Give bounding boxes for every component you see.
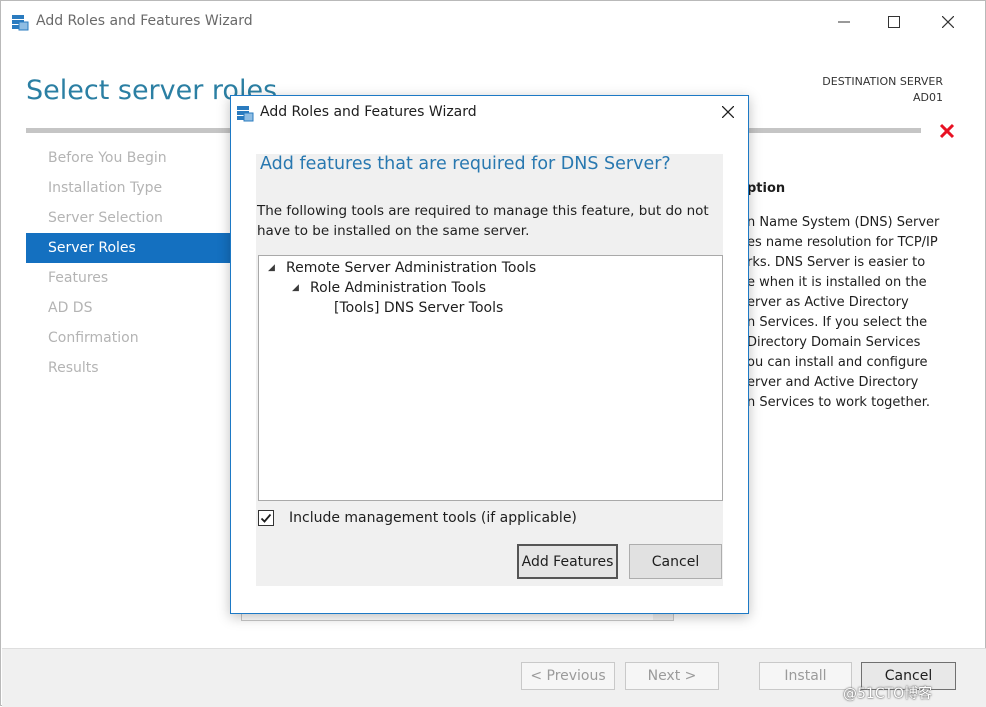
description-line: es name resolution for TCP/IP (747, 235, 938, 250)
description-heading: ption (747, 181, 786, 196)
tree-node[interactable]: ◢ Role Administration Tools (292, 280, 486, 296)
required-features-tree[interactable]: ◢ Remote Server Administration Tools ◢ R… (258, 255, 723, 501)
tree-node-label: [Tools] DNS Server Tools (334, 300, 504, 316)
next-button[interactable]: Next > (625, 662, 719, 690)
nav-item-confirmation[interactable]: Confirmation (26, 323, 236, 353)
tree-node[interactable]: [Tools] DNS Server Tools (334, 300, 503, 316)
tree-node-label: Role Administration Tools (310, 280, 486, 296)
watermark: @51CTO博客 (843, 686, 933, 702)
description-line: n Name System (DNS) Server (747, 215, 940, 230)
description-line: n Services to work together. (747, 395, 931, 410)
nav-item-results[interactable]: Results (26, 353, 236, 383)
window-title: Add Roles and Features Wizard (36, 13, 253, 29)
wizard-icon (236, 104, 254, 122)
nav-item-features[interactable]: Features (26, 263, 236, 293)
description-line: erver and Active Directory (747, 375, 919, 390)
dialog-close-button[interactable] (713, 98, 743, 126)
description-text: n Name System (DNS) Server es name resol… (747, 213, 951, 413)
nav-item-server-selection[interactable]: Server Selection (26, 203, 236, 233)
close-icon (722, 106, 734, 118)
dialog-description: The following tools are required to mana… (257, 203, 709, 239)
include-tools-checkbox[interactable] (258, 510, 274, 526)
nav-item-before-you-begin[interactable]: Before You Begin (26, 143, 236, 173)
add-features-dialog: Add Roles and Features Wizard Add featur… (230, 95, 749, 614)
description-line: e when it is installed on the (747, 275, 927, 290)
nav-item-server-roles[interactable]: Server Roles (26, 233, 236, 263)
maximize-icon (888, 16, 900, 28)
description-line: ou can install and configure (747, 355, 928, 370)
main-titlebar: Add Roles and Features Wizard (1, 1, 986, 43)
close-icon (942, 16, 954, 28)
nav-item-installation-type[interactable]: Installation Type (26, 173, 236, 203)
description-line: rks. DNS Server is easier to (747, 255, 926, 270)
tree-node-label: Remote Server Administration Tools (286, 260, 537, 276)
destination-label: DESTINATION SERVER (822, 75, 943, 88)
add-features-button[interactable]: Add Features (517, 544, 618, 579)
dialog-heading: Add features that are required for DNS S… (260, 154, 671, 174)
close-button[interactable] (925, 7, 971, 37)
dialog-titlebar: Add Roles and Features Wizard (231, 96, 748, 129)
description-line: Directory Domain Services (747, 335, 921, 350)
destination-server: DESTINATION SERVER AD01 (761, 74, 943, 106)
previous-button[interactable]: < Previous (521, 662, 615, 690)
dialog-title: Add Roles and Features Wizard (260, 104, 477, 120)
maximize-button[interactable] (871, 7, 917, 37)
minimize-icon (838, 21, 850, 23)
install-button[interactable]: Install (759, 662, 852, 690)
description-line: n Services. If you select the (747, 315, 928, 330)
tree-node[interactable]: ◢ Remote Server Administration Tools (268, 260, 536, 276)
wizard-nav: Before You Begin Installation Type Serve… (26, 143, 236, 383)
destination-server-name: AD01 (913, 91, 943, 104)
expanded-triangle-icon[interactable]: ◢ (268, 263, 280, 273)
include-tools-label[interactable]: Include management tools (if applicable) (289, 510, 577, 526)
dialog-cancel-button[interactable]: Cancel (629, 544, 722, 579)
description-line: erver as Active Directory (747, 295, 909, 310)
error-x-icon[interactable] (937, 121, 957, 141)
dialog-body: Add features that are required for DNS S… (256, 154, 723, 586)
checkmark-icon (260, 513, 272, 523)
wizard-icon (11, 13, 29, 31)
expanded-triangle-icon[interactable]: ◢ (292, 283, 304, 293)
minimize-button[interactable] (821, 7, 867, 37)
nav-item-ad-ds[interactable]: AD DS (26, 293, 236, 323)
